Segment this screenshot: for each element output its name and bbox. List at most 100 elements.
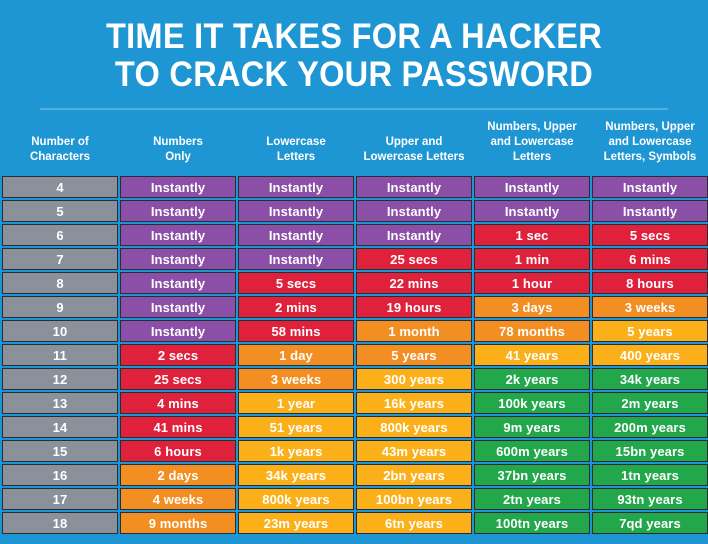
- table-row: 10 Instantly 58 mins 1 month 78 months 5 year…: [2, 320, 708, 342]
- cell-crack-time: 1 min: [474, 248, 590, 270]
- cell-crack-time: 2 secs: [120, 344, 236, 366]
- cell-crack-time: 100bn years: [356, 488, 472, 510]
- cell-crack-time: 9 months: [120, 512, 236, 534]
- cell-crack-time: 3 weeks: [592, 296, 708, 318]
- cell-crack-time: 5 secs: [592, 224, 708, 246]
- cell-crack-time: 100k years: [474, 392, 590, 414]
- cell-crack-time: 51 years: [238, 416, 354, 438]
- cell-crack-time: 6 mins: [592, 248, 708, 270]
- cell-crack-time: 5 secs: [238, 272, 354, 294]
- cell-crack-time: 2k years: [474, 368, 590, 390]
- cell-crack-time: Instantly: [120, 200, 236, 222]
- password-crack-time-table: Number of Characters Numbers Only Lowercase L…: [0, 110, 708, 536]
- cell-crack-time: Instantly: [238, 224, 354, 246]
- cell-character-count: 15: [2, 440, 118, 462]
- cell-crack-time: 800k years: [238, 488, 354, 510]
- column-header-line: Lowercase: [266, 136, 326, 148]
- column-header-0: Number of Characters: [2, 112, 118, 174]
- table-row: 15 6 hours 1k years 43m years 600m years 15bn…: [2, 440, 708, 462]
- cell-crack-time: Instantly: [120, 224, 236, 246]
- cell-crack-time: Instantly: [120, 296, 236, 318]
- table-row: 4 Instantly Instantly Instantly Instantly Ins…: [2, 176, 708, 198]
- cell-crack-time: 6 hours: [120, 440, 236, 462]
- cell-crack-time: Instantly: [474, 200, 590, 222]
- table-row: 6 Instantly Instantly Instantly 1 sec 5 secs: [2, 224, 708, 246]
- cell-crack-time: 6tn years: [356, 512, 472, 534]
- cell-crack-time: 5 years: [592, 320, 708, 342]
- cell-crack-time: 2m years: [592, 392, 708, 414]
- cell-character-count: 16: [2, 464, 118, 486]
- column-header-line: Numbers, Upper: [487, 121, 577, 133]
- column-header-line: Letters: [512, 151, 552, 163]
- table-row: 12 25 secs 3 weeks 300 years 2k years 34k yea…: [2, 368, 708, 390]
- cell-crack-time: 4 mins: [120, 392, 236, 414]
- cell-crack-time: 15bn years: [592, 440, 708, 462]
- column-header-2: Lowercase Letters: [238, 112, 354, 174]
- cell-character-count: 8: [2, 272, 118, 294]
- cell-crack-time: 23m years: [238, 512, 354, 534]
- column-header-line: Number of: [31, 136, 89, 148]
- column-header-line: Characters: [29, 151, 91, 163]
- cell-crack-time: 9m years: [474, 416, 590, 438]
- cell-crack-time: 34k years: [238, 464, 354, 486]
- cell-crack-time: 16k years: [356, 392, 472, 414]
- table-row: 13 4 mins 1 year 16k years 100k years 2m year…: [2, 392, 708, 414]
- cell-crack-time: 2bn years: [356, 464, 472, 486]
- table-header: Number of Characters Numbers Only Lowercase L…: [2, 112, 708, 174]
- cell-crack-time: Instantly: [356, 176, 472, 198]
- cell-character-count: 11: [2, 344, 118, 366]
- cell-character-count: 14: [2, 416, 118, 438]
- cell-crack-time: Instantly: [238, 200, 354, 222]
- cell-character-count: 9: [2, 296, 118, 318]
- cell-crack-time: 1k years: [238, 440, 354, 462]
- column-header-line: Only: [165, 151, 191, 163]
- column-header-line: Letters, Symbols: [603, 151, 697, 163]
- cell-crack-time: Instantly: [120, 320, 236, 342]
- cell-crack-time: 3 days: [474, 296, 590, 318]
- cell-crack-time: 37bn years: [474, 464, 590, 486]
- cell-crack-time: Instantly: [238, 248, 354, 270]
- cell-crack-time: Instantly: [120, 272, 236, 294]
- cell-crack-time: 2 days: [120, 464, 236, 486]
- cell-crack-time: Instantly: [120, 248, 236, 270]
- cell-crack-time: 25 secs: [356, 248, 472, 270]
- cell-crack-time: 1 hour: [474, 272, 590, 294]
- cell-crack-time: 2tn years: [474, 488, 590, 510]
- cell-character-count: 10: [2, 320, 118, 342]
- cell-crack-time: Instantly: [356, 224, 472, 246]
- infographic-root: TIME IT TAKES FOR A HACKER TO CRACK YOUR…: [0, 0, 708, 544]
- cell-crack-time: Instantly: [592, 176, 708, 198]
- column-header-line: Numbers: [153, 136, 203, 148]
- column-header-line: Numbers, Upper: [605, 121, 695, 133]
- cell-crack-time: 34k years: [592, 368, 708, 390]
- cell-crack-time: 1 year: [238, 392, 354, 414]
- cell-crack-time: Instantly: [238, 176, 354, 198]
- table-row: 11 2 secs 1 day 5 years 41 years 400 years: [2, 344, 708, 366]
- cell-crack-time: 43m years: [356, 440, 472, 462]
- cell-character-count: 13: [2, 392, 118, 414]
- table-row: 14 41 mins 51 years 800k years 9m years 200m …: [2, 416, 708, 438]
- column-header-5: Numbers, Upper and Lowercase Letters, Symb…: [592, 112, 708, 174]
- cell-crack-time: 200m years: [592, 416, 708, 438]
- cell-character-count: 18: [2, 512, 118, 534]
- column-header-1: Numbers Only: [120, 112, 236, 174]
- column-header-line: and Lowercase: [490, 136, 574, 148]
- cell-crack-time: 8 hours: [592, 272, 708, 294]
- cell-crack-time: 1 month: [356, 320, 472, 342]
- cell-crack-time: 22 mins: [356, 272, 472, 294]
- table-body: 4 Instantly Instantly Instantly Instantly Ins…: [2, 176, 708, 534]
- page-title-line-1: TIME IT TAKES FOR A HACKER: [105, 17, 603, 56]
- cell-crack-time: 100tn years: [474, 512, 590, 534]
- table-row: 8 Instantly 5 secs 22 mins 1 hour 8 hours: [2, 272, 708, 294]
- cell-crack-time: 1 sec: [474, 224, 590, 246]
- cell-crack-time: Instantly: [474, 176, 590, 198]
- column-header-line: Letters: [276, 151, 316, 163]
- cell-character-count: 6: [2, 224, 118, 246]
- cell-character-count: 17: [2, 488, 118, 510]
- cell-crack-time: 800k years: [356, 416, 472, 438]
- cell-crack-time: Instantly: [120, 176, 236, 198]
- table-row: 7 Instantly Instantly 25 secs 1 min 6 mins: [2, 248, 708, 270]
- cell-crack-time: Instantly: [592, 200, 708, 222]
- cell-crack-time: Instantly: [356, 200, 472, 222]
- column-header-line: Lowercase Letters: [363, 151, 465, 163]
